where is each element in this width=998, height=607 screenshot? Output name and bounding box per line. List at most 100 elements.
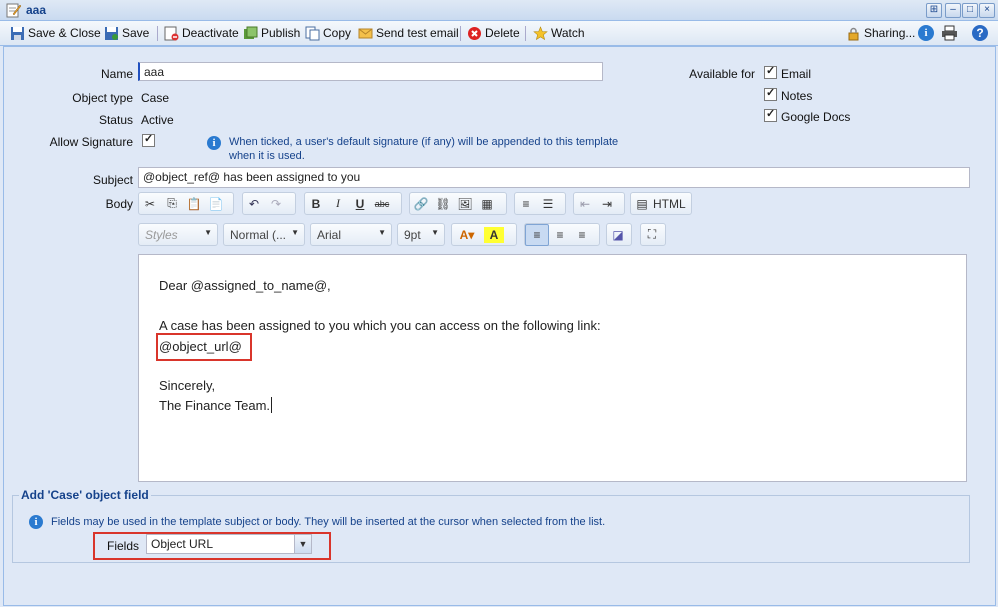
copy-text-icon[interactable]: ⎘ <box>161 194 183 214</box>
outdent-icon[interactable]: ⇤ <box>574 194 596 214</box>
send-test-email-button[interactable]: Send test email <box>358 25 459 41</box>
status-label: Status <box>98 113 133 127</box>
sharing-button[interactable]: Sharing... <box>846 25 915 41</box>
notes-label: Notes <box>781 89 813 103</box>
title-bar: aaa ⊞ – □ × <box>0 0 998 21</box>
save-label: Save <box>122 26 150 40</box>
body-line-closing: Sincerely, <box>159 378 216 393</box>
paste-icon[interactable]: 📋 <box>183 194 205 214</box>
chevron-down-icon: ▼ <box>291 228 299 237</box>
save-close-button[interactable]: Save & Close <box>10 25 101 41</box>
maximize-icon[interactable]: □ <box>962 3 978 18</box>
save-close-icon <box>11 26 24 40</box>
copy-button[interactable]: Copy <box>305 25 351 41</box>
cut-icon[interactable]: ✂ <box>139 194 161 214</box>
toolbar-separator <box>460 26 461 41</box>
bullet-list-icon[interactable]: ☰ <box>537 194 559 214</box>
subject-input[interactable]: @object_ref@ has been assigned to you <box>138 167 970 188</box>
body-label: Body <box>105 197 133 211</box>
unlink-icon[interactable]: ⛓ <box>432 194 454 214</box>
minimize-icon[interactable]: – <box>945 3 961 18</box>
fields-select[interactable]: Object URL ▼ <box>146 534 312 554</box>
align-right-icon[interactable]: ≡ <box>571 225 593 245</box>
available-for-label: Available for <box>689 67 755 81</box>
signature-info-line2: when it is used. <box>229 150 305 162</box>
text-color-icon[interactable]: A▾ <box>452 225 482 245</box>
bold-icon[interactable]: B <box>305 194 327 214</box>
object-type-label: Object type <box>72 91 133 105</box>
save-icon <box>105 26 118 40</box>
redo-icon[interactable]: ↷ <box>265 194 287 214</box>
save-button[interactable]: Save <box>104 25 149 41</box>
toolbar-separator <box>157 26 158 41</box>
indent-icon[interactable]: ⇥ <box>596 194 618 214</box>
font-combo[interactable]: Arial ▼ <box>310 223 392 246</box>
notes-checkbox[interactable] <box>764 86 777 101</box>
font-value: Arial <box>317 228 342 242</box>
background-color-icon[interactable]: A <box>484 226 504 243</box>
help-icon: ? <box>972 25 988 41</box>
undo-icon[interactable]: ↶ <box>243 194 265 214</box>
chevron-down-icon: ▼ <box>204 228 212 237</box>
publish-icon <box>244 26 258 39</box>
image-icon[interactable]: 🖼 <box>454 194 476 214</box>
clipboard-group: ✂ ⎘ 📋 📄 <box>138 192 234 215</box>
publish-label: Publish <box>261 26 301 40</box>
styles-value: Styles <box>145 228 178 242</box>
deactivate-label: Deactivate <box>182 26 239 40</box>
underline-icon[interactable]: U <box>349 194 371 214</box>
deactivate-icon <box>164 26 179 40</box>
url-highlight-box <box>156 333 252 361</box>
styles-combo[interactable]: Styles ▼ <box>138 223 218 246</box>
source-icon: ▤ <box>636 196 648 211</box>
template-form: Name aaa Object type Case Status Active … <box>3 46 996 606</box>
format-value: Normal (... <box>230 228 287 242</box>
help-button[interactable]: ? <box>972 25 988 41</box>
google-docs-label: Google Docs <box>781 110 851 124</box>
email-label: Email <box>781 67 812 81</box>
copy-label: Copy <box>323 26 352 40</box>
status-value: Active <box>141 113 174 127</box>
publish-button[interactable]: Publish <box>243 25 300 41</box>
align-left-icon[interactable]: ≡ <box>525 223 549 246</box>
format-group: B I U abc <box>304 192 402 215</box>
star-icon <box>533 25 548 40</box>
delete-icon <box>468 26 481 40</box>
close-icon[interactable]: × <box>979 3 995 18</box>
info-icon: i <box>918 25 934 41</box>
chevron-down-icon[interactable]: ▼ <box>294 535 311 553</box>
name-input[interactable]: aaa <box>138 62 603 81</box>
align-group: ≡ ≡ ≡ <box>524 223 600 246</box>
email-checkbox[interactable] <box>764 64 777 79</box>
italic-icon[interactable]: I <box>327 194 349 214</box>
table-icon[interactable]: ▦ <box>476 194 498 214</box>
numbered-list-icon[interactable]: ≡ <box>515 194 537 214</box>
align-center-icon[interactable]: ≡ <box>549 225 571 245</box>
watch-button[interactable]: Watch <box>533 25 585 41</box>
html-label: HTML <box>653 196 686 211</box>
strikethrough-icon[interactable]: abc <box>371 194 393 214</box>
delete-button[interactable]: Delete <box>467 25 520 41</box>
body-editor[interactable]: Dear @assigned_to_name@, A case has been… <box>138 254 967 482</box>
link-icon[interactable]: 🔗 <box>410 194 432 214</box>
html-source-button[interactable]: ▤ HTML <box>630 192 692 215</box>
chevron-down-icon: ▼ <box>431 228 439 237</box>
print-button[interactable] <box>941 25 961 41</box>
toolbar: Save & Close Save Deactivate Publish Cop… <box>0 21 998 46</box>
allow-signature-checkbox[interactable] <box>142 132 155 147</box>
google-docs-checkbox[interactable] <box>764 107 777 122</box>
maximize-editor-button[interactable]: ⛶ <box>640 223 666 246</box>
object-field-legend: Add 'Case' object field <box>19 488 151 502</box>
restore-icon[interactable]: ⊞ <box>926 3 942 18</box>
deactivate-button[interactable]: Deactivate <box>164 25 239 41</box>
object-field-panel: Add 'Case' object field i Fields may be … <box>12 488 970 563</box>
body-line-greeting: Dear @assigned_to_name@, <box>159 278 331 293</box>
watch-label: Watch <box>551 26 585 40</box>
size-combo[interactable]: 9pt ▼ <box>397 223 445 246</box>
window-title: aaa <box>26 3 47 17</box>
info-button[interactable]: i <box>918 25 934 41</box>
format-combo[interactable]: Normal (... ▼ <box>223 223 305 246</box>
remove-format-button[interactable]: ◪ <box>606 223 632 246</box>
allow-signature-label: Allow Signature <box>49 135 133 149</box>
paste-word-icon[interactable]: 📄 <box>205 194 227 214</box>
